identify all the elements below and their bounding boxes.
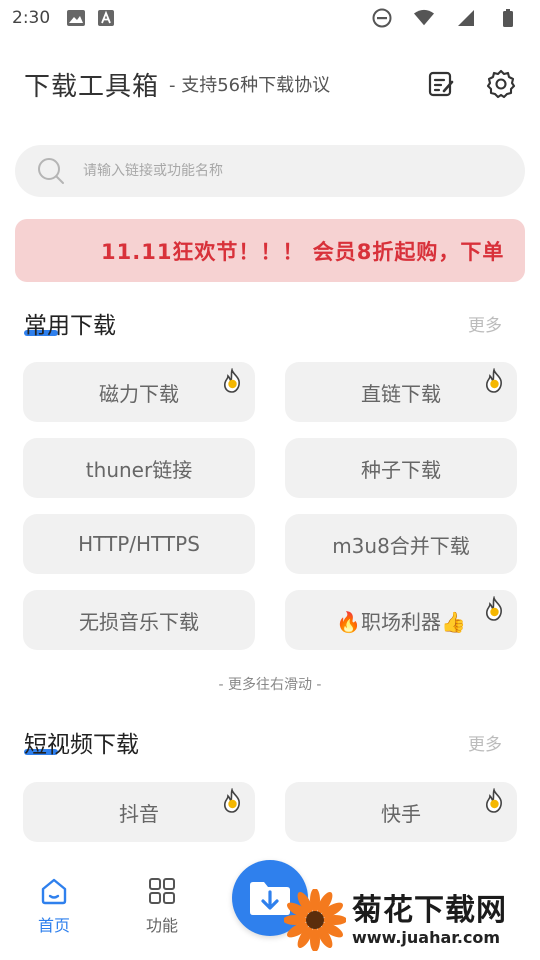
common-downloads-grid: 磁力下载 直链下载 thuner链接 种子下载 HTTP/HTTPS m3u8合… <box>23 362 517 650</box>
status-bar: 2:30 <box>0 0 540 36</box>
tile-torrent-download[interactable]: 种子下载 <box>285 438 517 498</box>
search-bar[interactable] <box>15 145 525 197</box>
tile-thunder-link[interactable]: thuner链接 <box>23 438 255 498</box>
tile-label: 无损音乐下载 <box>79 609 199 634</box>
do-not-disturb-icon <box>372 8 392 28</box>
nav-functions[interactable]: 功能 <box>122 876 202 936</box>
tile-label: 快手 <box>381 801 421 826</box>
edit-notes-icon <box>428 71 454 97</box>
wifi-icon <box>414 8 434 28</box>
tile-kuaishou[interactable]: 快手 <box>285 782 517 842</box>
tile-workplace-tools[interactable]: 🔥职场利器👍 <box>285 590 517 650</box>
nav-home[interactable]: 首页 <box>14 876 94 936</box>
tile-label: thuner链接 <box>85 457 193 482</box>
site-watermark: 菊花下载网 www.juahar.com <box>284 884 534 956</box>
watermark-url: www.juahar.com <box>352 928 501 947</box>
section-common-downloads: 常用下载 更多 <box>24 305 516 341</box>
section-title: 短视频下载 <box>24 732 139 758</box>
hot-badge-icon <box>486 596 502 621</box>
hot-badge-icon <box>486 788 502 813</box>
tile-http-https[interactable]: HTTP/HTTPS <box>23 514 255 574</box>
hot-badge-icon <box>224 788 240 813</box>
tile-label: 种子下载 <box>361 457 441 482</box>
watermark-site-name: 菊花下载网 <box>352 893 507 928</box>
settings-button[interactable] <box>486 69 516 99</box>
section-title: 常用下载 <box>24 313 116 339</box>
app-header: 下载工具箱 - 支持56种下载协议 <box>24 62 516 106</box>
grid-icon <box>149 878 175 904</box>
tile-direct-link-download[interactable]: 直链下载 <box>285 362 517 422</box>
status-time: 2:30 <box>12 8 51 28</box>
app-title: 下载工具箱 <box>24 71 160 102</box>
app-subtitle: - 支持56种下载协议 <box>169 75 331 96</box>
gear-icon <box>486 69 516 99</box>
app-notification-icon <box>96 8 116 28</box>
signal-icon <box>456 8 476 28</box>
tile-label: 直链下载 <box>361 381 441 406</box>
tile-douyin[interactable]: 抖音 <box>23 782 255 842</box>
hot-badge-icon <box>224 368 240 393</box>
chrysanthemum-logo-icon <box>284 889 346 951</box>
tile-label: HTTP/HTTPS <box>78 532 200 556</box>
nav-label: 首页 <box>37 916 70 935</box>
image-notification-icon <box>66 8 86 28</box>
tile-lossless-music-download[interactable]: 无损音乐下载 <box>23 590 255 650</box>
tile-m3u8-merge-download[interactable]: m3u8合并下载 <box>285 514 517 574</box>
more-link[interactable]: 更多 <box>468 311 502 336</box>
scroll-hint: - 更多往右滑动 - <box>218 677 322 693</box>
edit-notes-button[interactable] <box>426 69 456 99</box>
section-short-video-downloads: 短视频下载 更多 <box>24 724 516 760</box>
tile-label: m3u8合并下载 <box>332 533 470 558</box>
hot-badge-icon <box>486 368 502 393</box>
search-input[interactable] <box>83 163 483 179</box>
tile-magnet-download[interactable]: 磁力下载 <box>23 362 255 422</box>
nav-label: 功能 <box>145 916 178 935</box>
more-link[interactable]: 更多 <box>468 730 502 755</box>
tile-label: 🔥职场利器👍 <box>336 609 466 634</box>
promo-banner-text: 11.11狂欢节！！！ 会员8折起购，下单 <box>101 239 505 264</box>
tile-label: 抖音 <box>119 801 159 826</box>
search-icon <box>38 158 64 184</box>
promo-banner[interactable]: 11.11狂欢节！！！ 会员8折起购，下单 <box>15 219 525 282</box>
tile-label: 磁力下载 <box>99 381 179 406</box>
home-icon <box>41 878 67 905</box>
battery-icon <box>498 8 518 28</box>
